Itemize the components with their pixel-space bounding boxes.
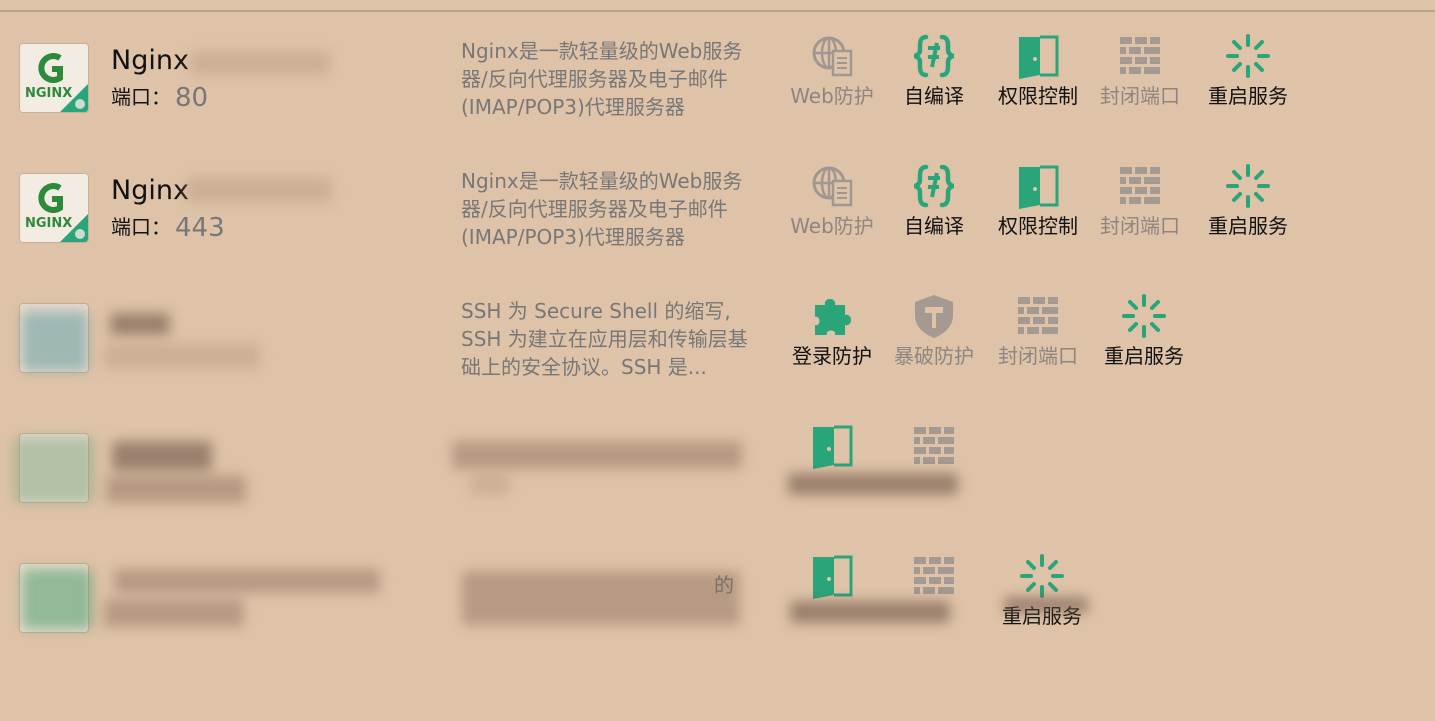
redacted-actions xyxy=(788,473,958,495)
close-port-button[interactable]: 封闭端口 xyxy=(1092,33,1188,109)
top-divider xyxy=(0,10,1435,12)
restart-service-button[interactable]: 重启服务 xyxy=(1200,33,1296,109)
service-description: SSH 为 Secure Shell 的缩写, SSH 为建立在应用层和传输层基… xyxy=(461,299,748,379)
close-port-button[interactable]: 封闭端口 xyxy=(1092,163,1188,239)
spinner-icon xyxy=(1121,293,1167,339)
permission-control-button[interactable]: 权限控制 xyxy=(990,33,1086,109)
action-label: 自编译 xyxy=(904,214,964,238)
spinner-icon xyxy=(1225,163,1271,209)
redacted-name xyxy=(112,441,212,471)
action-label: 重启服务 xyxy=(1208,214,1288,238)
login-protection-button[interactable]: 登录防护 xyxy=(784,293,880,369)
port-value: 80 xyxy=(175,83,209,113)
action-label: 权限控制 xyxy=(998,84,1078,108)
redacted-name xyxy=(190,51,330,75)
redacted-logo xyxy=(14,437,94,503)
action-label: 封闭端口 xyxy=(1100,84,1180,108)
action-label: 权限控制 xyxy=(998,214,1078,238)
compile-button[interactable]: 自编译 xyxy=(886,33,982,109)
brute-force-protection-button[interactable]: 暴破防护 xyxy=(886,293,982,369)
nginx-logo-icon xyxy=(19,43,89,113)
port-label: 端口： xyxy=(111,215,171,239)
restart-service-button[interactable]: 重启服务 xyxy=(994,553,1090,629)
brick-wall-icon xyxy=(1015,293,1061,339)
redacted-description xyxy=(462,571,740,625)
action-label: 暴破防护 xyxy=(894,344,974,368)
port-info: 端口： 443 xyxy=(111,211,225,243)
redacted-port xyxy=(104,343,260,369)
spinner-icon xyxy=(1225,33,1271,79)
service-row: 的 重启服务 xyxy=(0,563,1435,673)
code-brackets-icon xyxy=(911,163,957,209)
port-value: 443 xyxy=(175,213,225,243)
spinner-icon xyxy=(1019,553,1065,599)
redacted-name xyxy=(186,177,332,203)
service-name: Nginx xyxy=(111,175,189,206)
web-protection-button[interactable]: Web防护 xyxy=(784,163,880,239)
close-port-button[interactable] xyxy=(886,423,982,470)
door-icon xyxy=(809,423,855,469)
port-info: 端口： 80 xyxy=(111,81,208,113)
redacted-description xyxy=(470,473,510,495)
redacted-name xyxy=(114,569,380,593)
close-port-button[interactable] xyxy=(886,553,982,600)
redacted-port xyxy=(104,599,244,627)
brick-wall-icon xyxy=(1117,163,1163,209)
service-description: Nginx是一款轻量级的Web服务器/反向代理服务器及电子邮件(IMAP/POP… xyxy=(461,39,743,119)
brick-wall-icon xyxy=(911,553,957,599)
puzzle-icon xyxy=(809,293,855,339)
web-protection-icon xyxy=(809,33,855,79)
door-icon xyxy=(809,553,855,599)
service-row: Nginx 端口： 80 Nginx是一款轻量级的Web服务器/反向代理服务器及电… xyxy=(0,43,1435,153)
permission-control-button[interactable]: 权限控制 xyxy=(990,163,1086,239)
action-label: 封闭端口 xyxy=(998,344,1078,368)
permission-control-button[interactable] xyxy=(784,553,880,600)
service-row xyxy=(0,433,1435,543)
port-label: 端口： xyxy=(111,85,171,109)
close-port-button[interactable]: 封闭端口 xyxy=(990,293,1086,369)
web-protection-button[interactable]: Web防护 xyxy=(784,33,880,109)
redacted-name xyxy=(110,313,170,335)
brick-wall-icon xyxy=(1117,33,1163,79)
nginx-logo-icon xyxy=(19,173,89,243)
service-name: Nginx xyxy=(111,45,189,76)
service-row: SSH 为 Secure Shell 的缩写, SSH 为建立在应用层和传输层基… xyxy=(0,303,1435,413)
action-label: 重启服务 xyxy=(1208,84,1288,108)
description-fragment: 的 xyxy=(714,573,734,597)
action-label: Web防护 xyxy=(790,214,874,238)
brick-wall-icon xyxy=(911,423,957,469)
action-label: 封闭端口 xyxy=(1100,214,1180,238)
redacted-logo xyxy=(22,311,88,371)
redacted-logo xyxy=(22,569,92,629)
restart-service-button[interactable]: 重启服务 xyxy=(1200,163,1296,239)
redacted-description xyxy=(452,441,742,469)
door-icon xyxy=(1015,33,1061,79)
shield-hammer-icon xyxy=(911,293,957,339)
action-label: 重启服务 xyxy=(1104,344,1184,368)
service-description: Nginx是一款轻量级的Web服务器/反向代理服务器及电子邮件(IMAP/POP… xyxy=(461,169,743,249)
code-brackets-icon xyxy=(911,33,957,79)
web-protection-icon xyxy=(809,163,855,209)
redacted-actions xyxy=(1004,597,1088,613)
door-icon xyxy=(1015,163,1061,209)
redacted-actions xyxy=(790,601,950,623)
action-label: Web防护 xyxy=(790,84,874,108)
redacted-port xyxy=(106,475,246,503)
restart-service-button[interactable]: 重启服务 xyxy=(1096,293,1192,369)
service-row: Nginx 端口： 443 Nginx是一款轻量级的Web服务器/反向代理服务器及… xyxy=(0,173,1435,283)
compile-button[interactable]: 自编译 xyxy=(886,163,982,239)
action-label: 自编译 xyxy=(904,84,964,108)
permission-control-button[interactable] xyxy=(784,423,880,470)
action-label: 登录防护 xyxy=(792,344,872,368)
